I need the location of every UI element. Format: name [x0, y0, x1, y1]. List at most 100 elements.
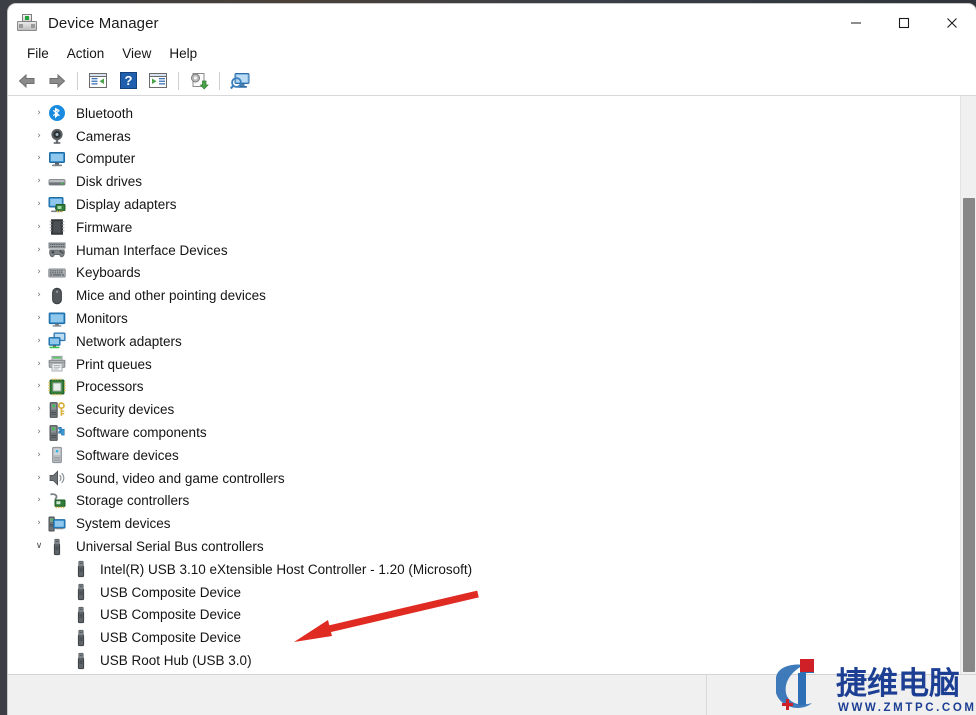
toolbar: ?	[8, 66, 976, 96]
chevron-right-icon[interactable]: ›	[30, 245, 48, 255]
tree-item-keyboards[interactable]: › Keyboards	[30, 262, 954, 285]
update-driver-button[interactable]	[184, 68, 214, 94]
tree-item-display-adapters[interactable]: › Display adapters	[30, 193, 954, 216]
toolbar-separator	[219, 71, 220, 90]
title-bar[interactable]: Device Manager	[8, 4, 976, 42]
status-separator	[706, 675, 707, 715]
chevron-right-icon[interactable]: ›	[30, 428, 48, 437]
back-button[interactable]	[12, 68, 42, 94]
tree-item-firmware[interactable]: › Firmware	[30, 216, 954, 239]
tree-item-computer[interactable]: › Computer	[30, 148, 954, 171]
storage-controller-icon	[48, 492, 66, 510]
chevron-right-icon[interactable]: ›	[30, 222, 48, 232]
menu-bar: File Action View Help	[8, 42, 976, 66]
chevron-right-icon[interactable]: ›	[30, 519, 48, 528]
window-title: Device Manager	[48, 14, 159, 32]
computer-icon	[48, 150, 66, 168]
chevron-right-icon[interactable]: ›	[30, 154, 48, 163]
chevron-right-icon[interactable]: ›	[30, 359, 48, 369]
chevron-right-icon[interactable]: ›	[30, 473, 48, 483]
tree-item-label: Computer	[76, 151, 136, 167]
chevron-right-icon[interactable]: ›	[30, 450, 48, 460]
tree-item-human-interface-devices[interactable]: › Human Interface Devices	[30, 239, 954, 262]
help-button[interactable]: ?	[113, 68, 143, 94]
tree-item-bluetooth[interactable]: › Bluetooth	[30, 102, 954, 125]
tree-item-label: Mice and other pointing devices	[76, 288, 266, 304]
forward-button[interactable]	[42, 68, 72, 94]
system-device-icon	[48, 515, 66, 533]
tree-item-security-devices[interactable]: › Security devices	[30, 398, 954, 421]
tree-item-label: Storage controllers	[76, 493, 190, 509]
usb-icon	[72, 606, 90, 624]
chevron-right-icon[interactable]: ›	[30, 108, 48, 118]
vertical-scrollbar[interactable]	[960, 96, 976, 674]
chevron-right-icon[interactable]: ›	[30, 131, 48, 141]
minimize-button[interactable]	[832, 4, 880, 42]
chevron-right-icon[interactable]: ›	[30, 405, 48, 414]
tree-item-usb-composite-device[interactable]: USB Composite Device	[30, 604, 954, 627]
printer-icon	[48, 355, 66, 373]
disk-drive-icon	[48, 173, 66, 191]
tree-item-label: Cameras	[76, 128, 131, 144]
tree-item-label: Display adapters	[76, 197, 177, 213]
tree-item-label: Universal Serial Bus controllers	[76, 539, 264, 555]
svg-text:?: ?	[124, 73, 132, 88]
tree-item-label: Monitors	[76, 311, 128, 327]
tree-item-label: Software devices	[76, 447, 179, 463]
close-button[interactable]	[928, 4, 976, 42]
toolbar-separator	[178, 71, 179, 90]
properties-button[interactable]	[143, 68, 173, 94]
tree-item-label: USB Composite Device	[100, 584, 242, 600]
right-arrow-icon	[49, 73, 66, 88]
tree-item-software-components[interactable]: › Software components	[30, 421, 954, 444]
tree-item-network-adapters[interactable]: › Network adapters	[30, 330, 954, 353]
tree-item-label: USB Composite Device	[100, 607, 242, 623]
tree-item-monitors[interactable]: › Monitors	[30, 307, 954, 330]
camera-icon	[48, 127, 66, 145]
chevron-right-icon[interactable]: ›	[30, 496, 48, 505]
tree-item-intel-usb-host-controller[interactable]: Intel(R) USB 3.10 eXtensible Host Contro…	[30, 558, 954, 581]
chevron-right-icon[interactable]: ›	[30, 200, 48, 209]
menu-file[interactable]: File	[18, 43, 58, 65]
chevron-down-icon[interactable]: ∨	[30, 542, 48, 551]
chevron-right-icon[interactable]: ›	[30, 291, 48, 300]
tree-item-label: Bluetooth	[76, 105, 134, 121]
scan-for-hardware-changes-button[interactable]	[225, 68, 255, 94]
software-component-icon	[48, 424, 66, 442]
tree-item-software-devices[interactable]: › Software devices	[30, 444, 954, 467]
device-tree-pane[interactable]: › Bluetooth › Cameras › Computer › Disk …	[8, 96, 976, 674]
tree-item-print-queues[interactable]: › Print queues	[30, 353, 954, 376]
menu-help[interactable]: Help	[160, 43, 206, 65]
usb-icon	[72, 652, 90, 670]
scan-monitor-icon	[229, 72, 249, 89]
menu-view[interactable]: View	[113, 43, 160, 65]
tree-item-label: USB Composite Device	[100, 630, 242, 646]
tree-item-cameras[interactable]: › Cameras	[30, 125, 954, 148]
tree-item-label: Disk drives	[76, 174, 143, 190]
chevron-right-icon[interactable]: ›	[30, 314, 48, 323]
bluetooth-icon	[48, 104, 66, 122]
usb-icon	[72, 583, 90, 601]
maximize-button[interactable]	[880, 4, 928, 42]
chevron-right-icon[interactable]: ›	[30, 268, 48, 277]
device-tree: › Bluetooth › Cameras › Computer › Disk …	[8, 102, 954, 674]
device-manager-window: Device Manager File Action View Help ? ›…	[8, 4, 976, 715]
tree-item-storage-controllers[interactable]: › Storage controllers	[30, 490, 954, 513]
tree-item-label: USB Root Hub (USB 3.0)	[100, 653, 252, 669]
scrollbar-thumb[interactable]	[963, 198, 975, 672]
tree-item-usb-root-hub[interactable]: USB Root Hub (USB 3.0)	[30, 649, 954, 672]
tree-item-universal-serial-bus-controllers[interactable]: ∨ Universal Serial Bus controllers	[30, 535, 954, 558]
tree-item-mice-and-other-pointing-devices[interactable]: › Mice and other pointing devices	[30, 284, 954, 307]
gamepad-icon	[48, 241, 66, 259]
chevron-right-icon[interactable]: ›	[30, 336, 48, 346]
chevron-right-icon[interactable]: ›	[30, 382, 48, 391]
tree-item-processors[interactable]: › Processors	[30, 376, 954, 399]
tree-item-usb-composite-device[interactable]: USB Composite Device	[30, 581, 954, 604]
tree-item-usb-composite-device[interactable]: USB Composite Device	[30, 626, 954, 649]
tree-item-sound-video-and-game-controllers[interactable]: › Sound, video and game controllers	[30, 467, 954, 490]
tree-item-system-devices[interactable]: › System devices	[30, 512, 954, 535]
tree-item-disk-drives[interactable]: › Disk drives	[30, 170, 954, 193]
menu-action[interactable]: Action	[58, 43, 114, 65]
chevron-right-icon[interactable]: ›	[30, 177, 48, 186]
show-hide-console-tree-button[interactable]	[83, 68, 113, 94]
